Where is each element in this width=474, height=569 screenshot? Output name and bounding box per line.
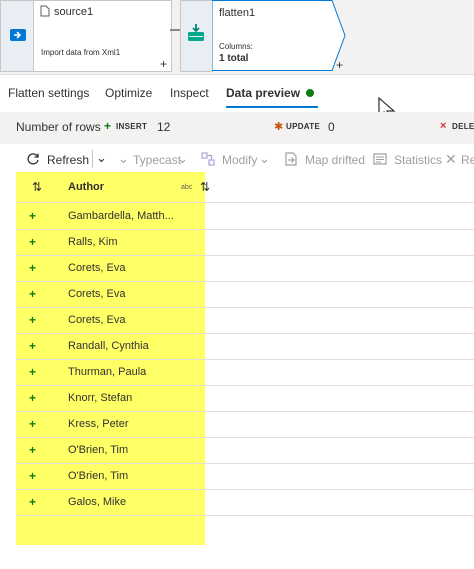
author-cell[interactable]: Ralls, Kim	[68, 236, 118, 248]
tab-data-preview-label: Data preview	[226, 86, 301, 100]
toolbar-separator	[92, 150, 93, 168]
map-drifted-label: Map drifted	[305, 153, 366, 167]
author-cell[interactable]: Corets, Eva	[68, 262, 125, 274]
row-sort-icon[interactable]: ⇅	[32, 180, 42, 194]
flatten-node-strip[interactable]	[180, 0, 213, 72]
author-cell[interactable]: O'Brien, Tim	[68, 444, 128, 456]
row-divider	[16, 281, 474, 282]
source-node-strip[interactable]	[0, 0, 34, 72]
row-divider	[16, 333, 474, 334]
author-cell[interactable]: Knorr, Stefan	[68, 392, 132, 404]
import-icon	[10, 29, 26, 41]
row-divider	[16, 307, 474, 308]
typecast-chevron-icon: ⌄	[118, 151, 129, 166]
row-divider	[16, 515, 474, 516]
insert-icon: +	[104, 119, 112, 133]
statistics-icon	[373, 153, 387, 165]
author-cell[interactable]: Gambardella, Matth...	[68, 210, 174, 222]
author-cell[interactable]: Galos, Mike	[68, 496, 126, 508]
tab-optimize[interactable]: Optimize	[105, 86, 152, 100]
update-count: 0	[328, 120, 335, 134]
status-dot-icon	[306, 89, 315, 97]
typecast-dropdown-icon: ⌄	[177, 151, 188, 166]
row-divider	[16, 385, 474, 386]
flatten-icon	[188, 24, 204, 41]
row-divider	[16, 229, 474, 230]
source-node-subtitle: Import data from Xml1	[41, 48, 121, 57]
flatten-columns-value: 1 total	[219, 53, 249, 64]
row-insert-marker-icon: +	[29, 261, 37, 275]
row-insert-marker-icon: +	[29, 235, 37, 249]
source-node[interactable]: source1 Import data from Xml1	[33, 0, 172, 72]
tab-inspect[interactable]: Inspect	[170, 86, 209, 100]
row-insert-marker-icon: +	[29, 313, 37, 327]
row-count-label: Number of rows	[16, 120, 101, 134]
modify-label: Modify	[222, 153, 258, 167]
active-tab-indicator	[226, 106, 318, 108]
typecast-label: Typecast	[133, 153, 182, 167]
row-divider	[16, 463, 474, 464]
row-insert-marker-icon: +	[29, 391, 37, 405]
delete-icon: ×	[440, 120, 447, 132]
author-cell[interactable]: Thurman, Paula	[68, 366, 146, 378]
insert-count: 12	[157, 120, 171, 134]
source-add-button[interactable]: +	[160, 57, 167, 71]
remove-icon: ✕	[445, 151, 457, 167]
refresh-icon	[27, 153, 39, 165]
source-node-title: source1	[54, 6, 94, 18]
row-insert-marker-icon: +	[29, 417, 37, 431]
flatten-add-button[interactable]: +	[336, 58, 343, 72]
row-insert-marker-icon: +	[29, 209, 37, 223]
insert-label: INSERT	[116, 122, 148, 131]
delete-label: DELE	[452, 122, 474, 131]
tab-flatten-settings[interactable]: Flatten settings	[8, 86, 89, 100]
author-cell[interactable]: Corets, Eva	[68, 314, 125, 326]
header-divider	[16, 202, 474, 203]
remove-label: Re	[461, 153, 474, 167]
row-insert-marker-icon: +	[29, 287, 37, 301]
refresh-options-chevron-icon[interactable]: ⌄	[96, 150, 107, 166]
string-type-icon: abc	[181, 184, 193, 191]
row-divider	[16, 437, 474, 438]
row-divider	[16, 411, 474, 412]
author-cell[interactable]: Kress, Peter	[68, 418, 129, 430]
author-column-header[interactable]: Author	[68, 181, 104, 193]
modify-chevron-icon: ⌄	[259, 151, 270, 166]
refresh-label: Refresh	[47, 153, 90, 167]
row-divider	[16, 489, 474, 490]
modify-icon	[201, 152, 215, 166]
row-insert-marker-icon: +	[29, 495, 37, 509]
row-insert-marker-icon: +	[29, 443, 37, 457]
author-sort-icon[interactable]: ⇅	[200, 180, 210, 194]
row-insert-marker-icon: +	[29, 339, 37, 353]
author-cell[interactable]: Corets, Eva	[68, 288, 125, 300]
update-icon: ✱	[274, 121, 284, 133]
map-drifted-icon	[285, 152, 297, 166]
flatten-columns-label: Columns:	[219, 42, 253, 51]
tab-data-preview[interactable]: Data preview	[226, 86, 315, 100]
row-insert-marker-icon: +	[29, 365, 37, 379]
file-icon	[40, 5, 50, 17]
row-divider	[16, 359, 474, 360]
row-insert-marker-icon: +	[29, 469, 37, 483]
update-label: UPDATE	[286, 122, 321, 131]
author-cell[interactable]: Randall, Cynthia	[68, 340, 149, 352]
author-cell[interactable]: O'Brien, Tim	[68, 470, 128, 482]
flatten-node-title: flatten1	[219, 7, 256, 19]
statistics-label: Statistics	[394, 153, 443, 167]
row-divider	[16, 255, 474, 256]
